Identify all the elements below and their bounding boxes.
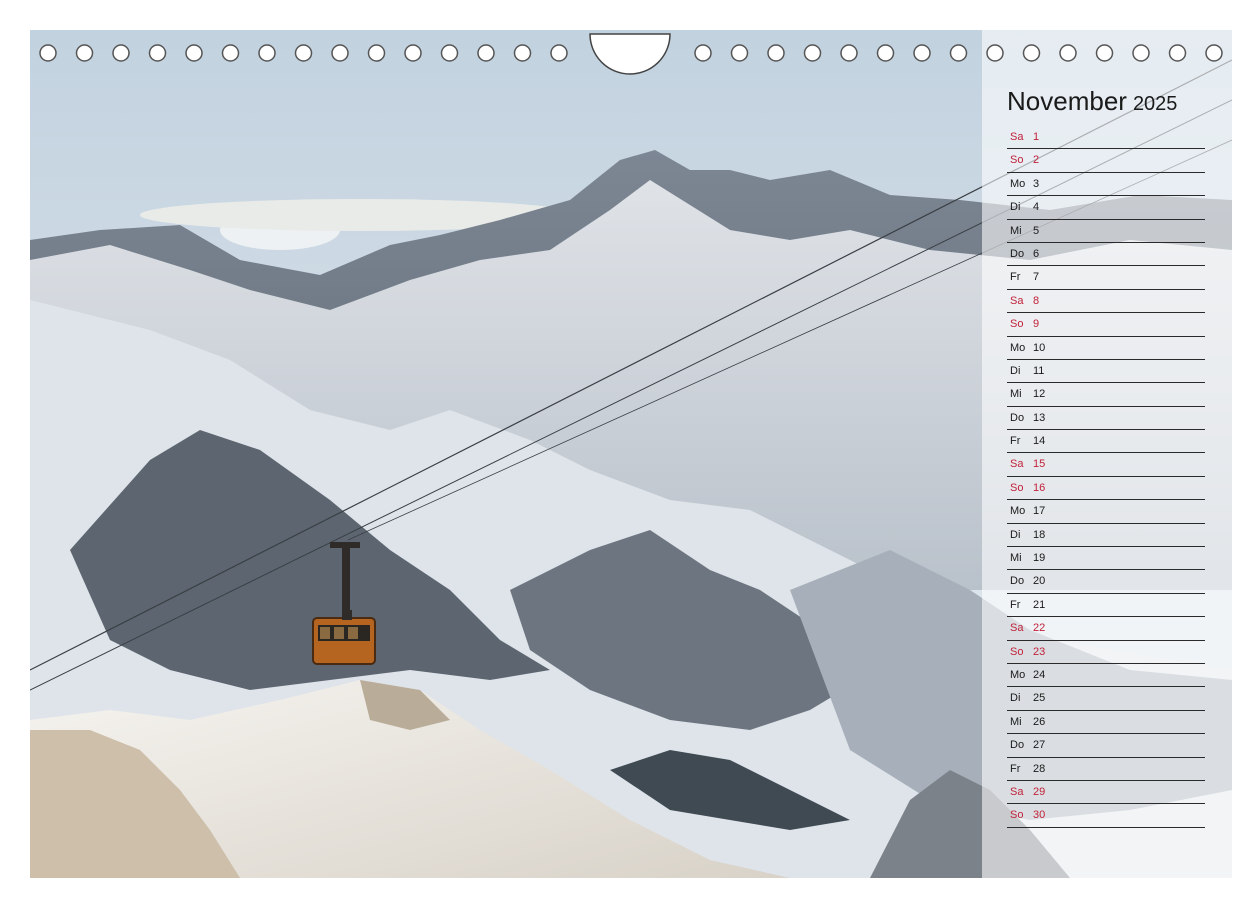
day-row: So 16 xyxy=(1007,477,1205,501)
day-number: 10 xyxy=(1033,341,1046,354)
day-number: 13 xyxy=(1033,411,1046,424)
day-number: 24 xyxy=(1033,668,1046,681)
day-row: Fr 14 xyxy=(1007,430,1205,454)
month-title: November 2025 xyxy=(1007,86,1177,117)
day-row: Mo 10 xyxy=(1007,337,1205,360)
day-row: Di 11 xyxy=(1007,360,1205,384)
day-number: 20 xyxy=(1033,575,1046,588)
day-number: 23 xyxy=(1033,645,1046,658)
day-row: Mo 17 xyxy=(1007,500,1205,524)
weekday-label: Mo xyxy=(1010,668,1026,681)
day-number: 26 xyxy=(1033,715,1046,728)
day-number: 5 xyxy=(1033,224,1040,237)
day-number: 27 xyxy=(1033,739,1046,752)
weekday-label: Fr xyxy=(1010,762,1021,775)
weekday-label: Do xyxy=(1010,739,1025,752)
weekday-label: So xyxy=(1010,318,1024,331)
weekday-label: Sa xyxy=(1010,622,1024,635)
day-number: 1 xyxy=(1033,131,1040,143)
day-row: Di 18 xyxy=(1007,524,1205,548)
day-number: 2 xyxy=(1033,154,1040,167)
day-row: Mi 26 xyxy=(1007,711,1205,735)
day-list: Sa 1 So 2 Mo 3 Di 4 Mi 5 Do 6 Fr 7 Sa 8 So 9 Mo 10 Di 11 Mi 12 D… xyxy=(1007,126,1205,828)
day-number: 21 xyxy=(1033,598,1046,611)
day-number: 3 xyxy=(1033,177,1040,190)
day-row: Do 6 xyxy=(1007,243,1205,267)
day-row: Fr 21 xyxy=(1007,594,1205,618)
weekday-label: Mo xyxy=(1010,505,1026,518)
day-row: Mo 24 xyxy=(1007,664,1205,688)
day-row: Do 13 xyxy=(1007,407,1205,431)
day-number: 16 xyxy=(1033,481,1046,494)
day-number: 29 xyxy=(1033,785,1046,798)
day-number: 9 xyxy=(1033,318,1040,331)
day-number: 30 xyxy=(1033,809,1046,822)
day-number: 22 xyxy=(1033,622,1046,635)
weekday-label: Do xyxy=(1010,247,1025,260)
day-number: 18 xyxy=(1033,528,1046,541)
day-row: Fr 28 xyxy=(1007,758,1205,781)
day-number: 15 xyxy=(1033,458,1046,471)
weekday-label: Mo xyxy=(1010,341,1026,354)
day-number: 25 xyxy=(1033,692,1046,705)
day-number: 4 xyxy=(1033,201,1040,214)
day-row: Sa 8 xyxy=(1007,290,1205,314)
weekday-label: Fr xyxy=(1010,435,1021,448)
day-row: Fr 7 xyxy=(1007,266,1205,290)
weekday-label: Do xyxy=(1010,411,1025,424)
day-row: Do 27 xyxy=(1007,734,1205,758)
weekday-label: Mi xyxy=(1010,224,1022,237)
day-row: Mo 3 xyxy=(1007,173,1205,197)
day-row: Sa 22 xyxy=(1007,617,1205,641)
day-number: 7 xyxy=(1033,271,1040,284)
day-number: 12 xyxy=(1033,388,1046,401)
day-number: 8 xyxy=(1033,294,1040,307)
year-label: 2025 xyxy=(1132,93,1178,115)
weekday-label: So xyxy=(1010,809,1024,822)
weekday-label: So xyxy=(1010,645,1024,658)
day-number: 11 xyxy=(1033,364,1045,377)
weekday-label: Sa xyxy=(1010,294,1024,307)
day-row: Mi 19 xyxy=(1007,547,1205,571)
day-row: So 23 xyxy=(1007,641,1205,664)
weekday-label: Di xyxy=(1010,692,1021,705)
day-row: So 9 xyxy=(1007,313,1205,337)
day-row: Sa 29 xyxy=(1007,781,1205,805)
day-row: So 30 xyxy=(1007,804,1205,828)
calendar-page: November 2025 Sa 1 So 2 Mo 3 Di 4 Mi 5 Do 6 Fr 7 Sa 8 So 9… xyxy=(30,30,1232,878)
day-row: Di 25 xyxy=(1007,687,1205,711)
day-row: Mi 5 xyxy=(1007,220,1205,243)
day-number: 19 xyxy=(1033,552,1046,565)
weekday-label: Mi xyxy=(1010,388,1022,401)
day-row: Mi 12 xyxy=(1007,383,1205,407)
day-row: Do 20 xyxy=(1007,570,1205,594)
weekday-label: So xyxy=(1010,481,1024,494)
weekday-label: Fr xyxy=(1010,598,1021,611)
month-name: November xyxy=(1007,86,1127,116)
weekday-label: Sa xyxy=(1010,785,1024,798)
weekday-label: Sa xyxy=(1010,131,1024,143)
day-number: 14 xyxy=(1033,435,1046,448)
day-row: Di 4 xyxy=(1007,196,1205,220)
weekday-label: Sa xyxy=(1010,458,1024,471)
weekday-label: Di xyxy=(1010,528,1021,541)
day-number: 17 xyxy=(1033,505,1046,518)
weekday-label: Do xyxy=(1010,575,1025,588)
day-number: 28 xyxy=(1033,762,1046,775)
weekday-label: Mo xyxy=(1010,177,1026,190)
day-number: 6 xyxy=(1033,247,1040,260)
weekday-label: Mi xyxy=(1010,715,1022,728)
day-row: Sa 15 xyxy=(1007,453,1205,477)
weekday-label: Mi xyxy=(1010,552,1022,565)
weekday-label: Di xyxy=(1010,201,1021,214)
day-row: Sa 1 xyxy=(1007,126,1205,150)
day-row: So 2 xyxy=(1007,149,1205,173)
weekday-label: Di xyxy=(1010,364,1021,377)
weekday-label: So xyxy=(1010,154,1024,167)
weekday-label: Fr xyxy=(1010,271,1021,284)
